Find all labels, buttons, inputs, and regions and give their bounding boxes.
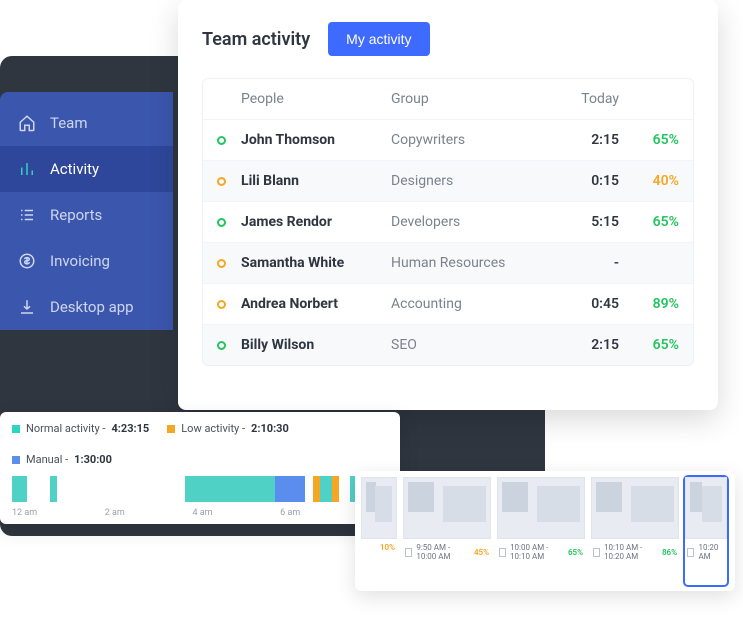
- person-name: John Thomson: [241, 132, 391, 148]
- time-today: 5:15: [541, 214, 629, 230]
- screenshot-time: 9:50 AM - 10:00 AM: [416, 543, 470, 561]
- time-today: -: [541, 255, 629, 271]
- activity-pct: 65%: [629, 132, 679, 148]
- screenshot-card[interactable]: 10:10 AM - 10:20 AM 86%: [591, 477, 679, 585]
- square-icon: [12, 425, 20, 433]
- screenshots-panel: 10% 9:50 AM - 10:00 AM 45% 10:00 AM - 10:…: [355, 471, 735, 591]
- checkbox[interactable]: [687, 548, 694, 557]
- person-name: Billy Wilson: [241, 337, 391, 353]
- screenshot-pct: 10%: [380, 543, 395, 552]
- sidebar-item-label: Invoicing: [50, 252, 110, 270]
- activity-pct: 65%: [629, 214, 679, 230]
- table-row[interactable]: Samantha WhiteHuman Resources-: [203, 242, 693, 283]
- time-today: 0:45: [541, 296, 629, 312]
- team-activity-card: Team activity My activity People Group T…: [178, 0, 718, 410]
- sidebar-item-label: Reports: [50, 206, 102, 224]
- checkbox[interactable]: [405, 548, 412, 557]
- screenshot-thumb: [497, 477, 585, 539]
- legend-normal: Normal activity - 4:23:15: [12, 422, 149, 435]
- activity-pct: 40%: [629, 173, 679, 189]
- person-name: Lili Blann: [241, 173, 391, 189]
- person-name: James Rendor: [241, 214, 391, 230]
- table-row[interactable]: John ThomsonCopywriters2:1565%: [203, 119, 693, 160]
- legend-row: Normal activity - 4:23:15 Low activity -…: [12, 422, 388, 466]
- person-group: Developers: [391, 214, 541, 230]
- status-dot: [217, 136, 226, 145]
- checkbox[interactable]: [499, 548, 506, 557]
- screenshot-time: 10:20 AM: [698, 543, 725, 561]
- legend-low: Low activity - 2:10:30: [167, 422, 289, 435]
- time-today: 0:15: [541, 173, 629, 189]
- person-group: SEO: [391, 337, 541, 353]
- sidebar-item-label: Desktop app: [50, 298, 134, 316]
- download-icon: [18, 298, 36, 316]
- sidebar-item-invoicing[interactable]: Invoicing: [0, 238, 173, 284]
- square-icon: [167, 425, 175, 433]
- activity-pct: 65%: [629, 337, 679, 353]
- dollar-icon: [18, 252, 36, 270]
- activity-table: People Group Today John ThomsonCopywrite…: [202, 78, 694, 366]
- timeline-axis: 12 am 2 am 4 am 6 am 8 am: [12, 508, 388, 518]
- screenshot-pct: 45%: [474, 548, 489, 557]
- sidebar-item-desktop-app[interactable]: Desktop app: [0, 284, 173, 330]
- person-group: Copywriters: [391, 132, 541, 148]
- person-name: Samantha White: [241, 255, 391, 271]
- list-icon: [18, 206, 36, 224]
- status-dot: [217, 259, 226, 268]
- screenshot-card[interactable]: 9:50 AM - 10:00 AM 45%: [403, 477, 491, 585]
- screenshot-thumb: [591, 477, 679, 539]
- person-group: Human Resources: [391, 255, 541, 271]
- sidebar-item-reports[interactable]: Reports: [0, 192, 173, 238]
- timeline-bar: [12, 476, 388, 502]
- time-today: 2:15: [541, 132, 629, 148]
- checkbox[interactable]: [593, 548, 600, 557]
- person-group: Designers: [391, 173, 541, 189]
- page-title: Team activity: [202, 29, 310, 50]
- screenshot-time: 10:10 AM - 10:20 AM: [604, 543, 658, 561]
- screenshot-thumb: [685, 477, 727, 539]
- screenshot-pct: 65%: [568, 548, 583, 557]
- person-name: Andrea Norbert: [241, 296, 391, 312]
- table-row[interactable]: Andrea NorbertAccounting0:4589%: [203, 283, 693, 324]
- card-header: Team activity My activity: [202, 22, 694, 56]
- legend-manual: Manual - 1:30:00: [12, 453, 112, 466]
- col-group: Group: [391, 91, 541, 107]
- square-icon: [12, 456, 20, 464]
- status-dot: [217, 341, 226, 350]
- time-today: 2:15: [541, 337, 629, 353]
- sidebar-item-label: Team: [50, 114, 88, 132]
- screenshot-card[interactable]: 10:00 AM - 10:10 AM 65%: [497, 477, 585, 585]
- table-row[interactable]: Billy WilsonSEO2:1565%: [203, 324, 693, 365]
- screenshot-thumb: [361, 477, 397, 539]
- table-row[interactable]: James RendorDevelopers5:1565%: [203, 201, 693, 242]
- screenshot-time: 10:00 AM - 10:10 AM: [510, 543, 564, 561]
- status-dot: [217, 177, 226, 186]
- home-icon: [18, 114, 36, 132]
- table-header: People Group Today: [203, 79, 693, 119]
- sidebar-item-label: Activity: [50, 160, 99, 178]
- sidebar-item-activity[interactable]: Activity: [0, 146, 173, 192]
- activity-pct: 89%: [629, 296, 679, 312]
- col-people: People: [241, 91, 391, 107]
- sidebar-item-team[interactable]: Team: [0, 100, 173, 146]
- sidebar: Team Activity Reports Invoicing Desktop …: [0, 92, 173, 330]
- screenshot-card[interactable]: 10:20 AM: [685, 477, 727, 585]
- table-row[interactable]: Lili BlannDesigners0:1540%: [203, 160, 693, 201]
- screenshot-thumb: [403, 477, 491, 539]
- col-today: Today: [541, 91, 629, 107]
- screenshot-card[interactable]: 10%: [361, 477, 397, 585]
- status-dot: [217, 218, 226, 227]
- screenshot-pct: 86%: [662, 548, 677, 557]
- bar-chart-icon: [18, 160, 36, 178]
- status-dot: [217, 300, 226, 309]
- activity-timeline-panel: Normal activity - 4:23:15 Low activity -…: [0, 412, 400, 524]
- tab-my-activity[interactable]: My activity: [328, 22, 429, 56]
- person-group: Accounting: [391, 296, 541, 312]
